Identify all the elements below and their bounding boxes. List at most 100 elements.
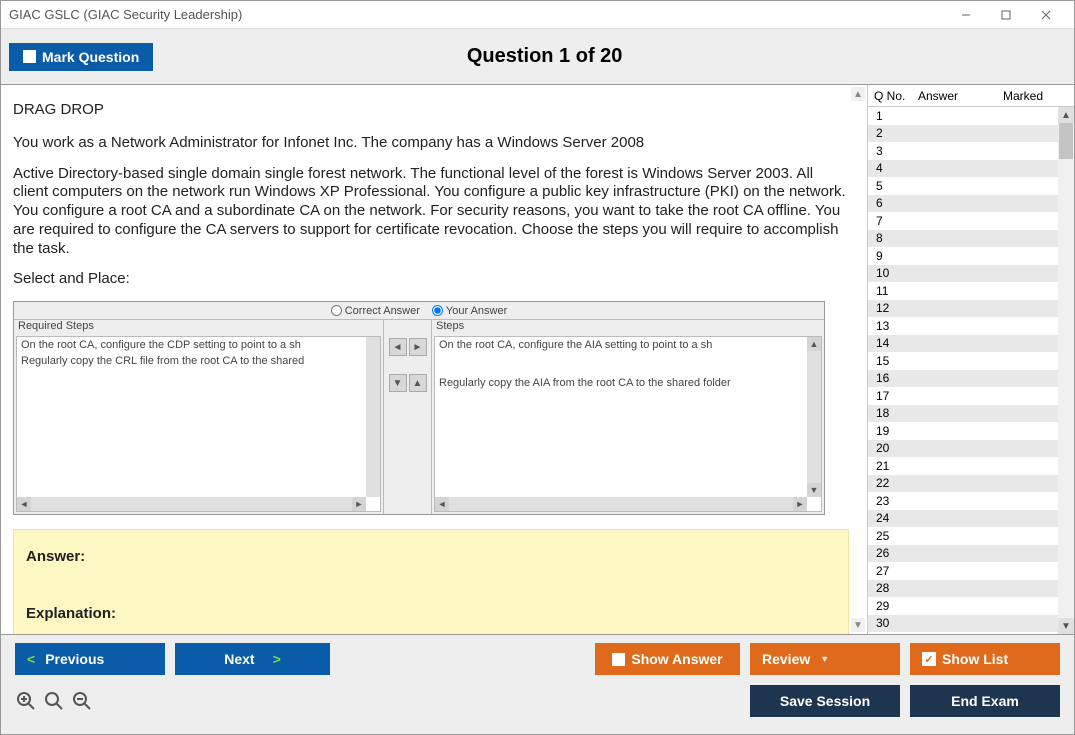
question-row-17[interactable]: 17 [868,387,1074,405]
scroll-up-icon[interactable]: ▲ [807,337,821,351]
question-row-28[interactable]: 28 [868,580,1074,598]
question-row-23[interactable]: 23 [868,492,1074,510]
required-step-2[interactable]: Regularly copy the CRL file from the roo… [17,353,380,369]
checkmark-icon: ✓ [922,652,936,666]
dd-left-col: Required Steps On the root CA, configure… [14,320,384,514]
show-list-button[interactable]: ✓Show List [910,643,1060,675]
content-scroll-down[interactable]: ▼ [851,618,865,632]
question-row-13[interactable]: 13 [868,317,1074,335]
question-row-26[interactable]: 26 [868,545,1074,563]
sidebar-scroll-down[interactable]: ▼ [1058,618,1074,634]
question-row-29[interactable]: 29 [868,597,1074,615]
right-scroll-x[interactable]: ◄► [435,497,807,511]
question-row-6[interactable]: 6 [868,195,1074,213]
window-buttons [946,2,1066,28]
zoom-in-button[interactable] [15,690,37,712]
question-row-3[interactable]: 3 [868,142,1074,160]
question-row-27[interactable]: 27 [868,562,1074,580]
move-down-button[interactable]: ▼ [389,374,407,392]
dd-body: Required Steps On the root CA, configure… [14,320,824,514]
maximize-button[interactable] [986,2,1026,28]
checkbox-icon [23,50,36,63]
col-qno: Q No. [868,89,918,103]
question-row-16[interactable]: 16 [868,370,1074,388]
scroll-left-icon[interactable]: ◄ [17,497,31,511]
save-session-button[interactable]: Save Session [750,685,900,717]
scroll-down-icon[interactable]: ▼ [807,483,821,497]
question-row-22[interactable]: 22 [868,475,1074,493]
steps-header: Steps [432,320,824,336]
scroll-right-icon[interactable]: ► [793,497,807,511]
scroll-left-icon[interactable]: ◄ [435,497,449,511]
question-row-12[interactable]: 12 [868,300,1074,318]
dd-move-buttons: ◄► ▼▲ [384,320,432,514]
bottom-bar: <Previous Next> Show Answer Review▼ ✓Sho… [1,634,1074,734]
nav-button-row: <Previous Next> Show Answer Review▼ ✓Sho… [15,643,1060,675]
dd-right-col: Steps On the root CA, configure the AIA … [432,320,824,514]
next-button[interactable]: Next> [175,643,330,675]
question-row-14[interactable]: 14 [868,335,1074,353]
question-para-1: You work as a Network Administrator for … [13,134,849,153]
question-row-9[interactable]: 9 [868,247,1074,265]
mark-question-label: Mark Question [42,49,139,65]
question-row-25[interactable]: 25 [868,527,1074,545]
step-2[interactable]: Regularly copy the AIA from the root CA … [435,375,821,391]
dd-header: Correct Answer Your Answer [14,302,824,320]
window-title: GIAC GSLC (GIAC Security Leadership) [9,7,946,22]
question-row-11[interactable]: 11 [868,282,1074,300]
question-row-15[interactable]: 15 [868,352,1074,370]
left-scroll-y[interactable] [366,337,380,497]
question-row-4[interactable]: 4 [868,160,1074,178]
zoom-reset-button[interactable] [43,690,65,712]
steps-list[interactable]: On the root CA, configure the AIA settin… [434,336,822,512]
move-left-button[interactable]: ◄ [389,338,407,356]
sidebar-rows[interactable]: 1234567891011121314151617181920212223242… [868,107,1074,634]
move-up-button[interactable]: ▲ [409,374,427,392]
question-row-30[interactable]: 30 [868,615,1074,633]
question-row-24[interactable]: 24 [868,510,1074,528]
main-row: ▲ DRAG DROP You work as a Network Admini… [1,85,1074,634]
minimize-button[interactable] [946,2,986,28]
answer-box: Answer: Explanation: [13,529,849,634]
question-row-2[interactable]: 2 [868,125,1074,143]
question-row-21[interactable]: 21 [868,457,1074,475]
checkbox-icon [612,653,625,666]
question-row-10[interactable]: 10 [868,265,1074,283]
question-row-7[interactable]: 7 [868,212,1074,230]
right-scroll-y[interactable]: ▲▼ [807,337,821,497]
dropdown-icon: ▼ [820,654,829,664]
show-answer-button[interactable]: Show Answer [595,643,740,675]
left-scroll-x[interactable]: ◄► [17,497,366,511]
col-answer: Answer [918,89,988,103]
question-row-20[interactable]: 20 [868,440,1074,458]
titlebar: GIAC GSLC (GIAC Security Leadership) [1,1,1074,29]
end-exam-button[interactable]: End Exam [910,685,1060,717]
toolbar: Mark Question Question 1 of 20 [1,29,1074,85]
mark-question-button[interactable]: Mark Question [9,43,153,71]
drag-drop-panel: Correct Answer Your Answer Required Step… [13,301,825,515]
question-row-8[interactable]: 8 [868,230,1074,248]
sidebar-scroll-up[interactable]: ▲ [1058,107,1074,123]
your-answer-radio[interactable]: Your Answer [432,305,507,317]
question-row-19[interactable]: 19 [868,422,1074,440]
required-steps-header: Required Steps [14,320,383,336]
step-1[interactable]: On the root CA, configure the AIA settin… [435,337,821,353]
question-row-5[interactable]: 5 [868,177,1074,195]
question-list-sidebar: Q No. Answer Marked 12345678910111213141… [867,85,1074,634]
correct-answer-radio[interactable]: Correct Answer [331,305,420,317]
zoom-out-button[interactable] [71,690,93,712]
previous-button[interactable]: <Previous [15,643,165,675]
question-row-1[interactable]: 1 [868,107,1074,125]
review-button[interactable]: Review▼ [750,643,900,675]
sidebar-scrollbar[interactable]: ▲ ▼ [1058,107,1074,634]
required-step-1[interactable]: On the root CA, configure the CDP settin… [17,337,380,353]
sidebar-scroll-thumb[interactable] [1059,123,1073,159]
question-content[interactable]: DRAG DROP You work as a Network Administ… [1,85,867,634]
close-button[interactable] [1026,2,1066,28]
question-row-18[interactable]: 18 [868,405,1074,423]
chevron-right-icon: > [273,651,281,667]
scroll-right-icon[interactable]: ► [352,497,366,511]
select-place-label: Select and Place: [13,270,849,289]
move-right-button[interactable]: ► [409,338,427,356]
required-steps-list[interactable]: On the root CA, configure the CDP settin… [16,336,381,512]
